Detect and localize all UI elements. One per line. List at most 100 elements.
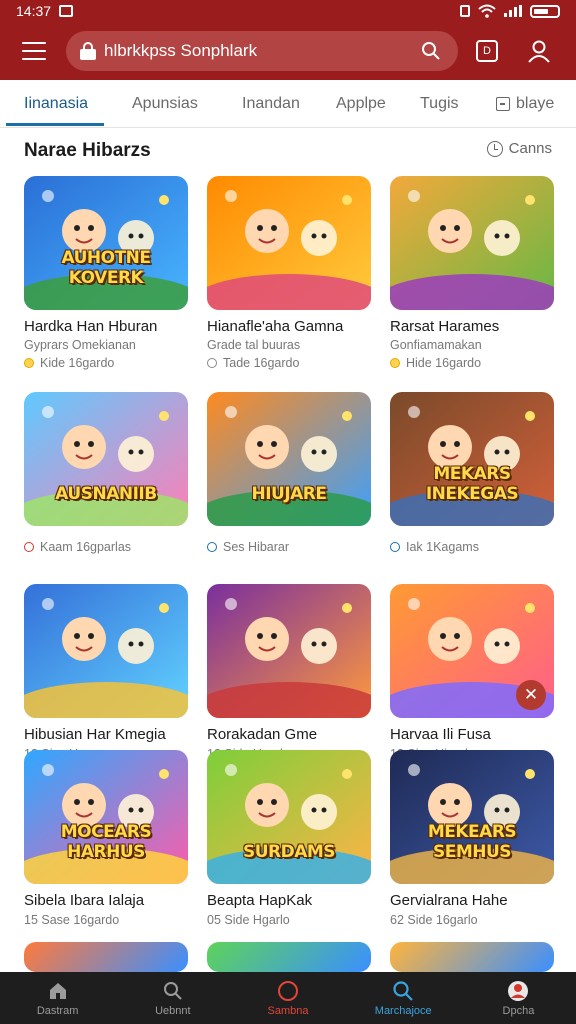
game-meta-text: Kide 16gardo	[40, 356, 115, 370]
game-meta: 15 Sase 16gardo	[24, 913, 188, 927]
tab-label: Apunsias	[132, 95, 198, 112]
game-thumbnail[interactable]	[390, 176, 554, 310]
game-card[interactable]: Rarsat Harames Gonfiamamakan Hide 16gardo	[390, 176, 554, 370]
game-title: Gervialrana Hahe	[390, 892, 508, 909]
nav-label: Dpcha	[502, 1004, 535, 1017]
game-thumbnail[interactable]	[207, 584, 371, 718]
nav-item-discover[interactable]: Marchajoce	[346, 972, 461, 1024]
game-thumbnail[interactable]: AUHOTNE KOVERK	[24, 176, 188, 310]
tab-1[interactable]: Apunsias	[132, 80, 198, 128]
menu-icon-line	[22, 42, 46, 44]
search-icon	[162, 980, 184, 1002]
tab-label: Applpe	[336, 95, 386, 112]
game-card[interactable]: ✕Harvaa Ili Fusa12 Sise Higarlo	[390, 584, 554, 761]
game-meta-text: 62 Side 16garlo	[390, 913, 478, 927]
search-icon	[392, 980, 414, 1002]
menu-icon-line	[22, 58, 46, 60]
nav-item-center[interactable]: Sambna	[230, 972, 345, 1024]
game-thumbnail[interactable]: SURDAMS	[207, 750, 371, 884]
tab-5[interactable]: blaye	[496, 80, 554, 128]
game-logo-text: HIUJARE	[251, 484, 327, 504]
badge-icon	[207, 358, 217, 368]
game-logo-text: MEKEARS SEMHUS	[427, 822, 517, 862]
tab-label: Inandan	[242, 95, 300, 112]
tab-2[interactable]: Inandan	[242, 80, 300, 128]
game-title: Hardka Han Hburan	[24, 318, 158, 335]
game-thumbnail[interactable]	[24, 584, 188, 718]
badge-icon	[207, 542, 217, 552]
status-time: 14:37	[16, 3, 52, 19]
game-meta-text: Tade 16gardo	[223, 356, 300, 370]
game-card[interactable]: HIUJARE Ses Hibarar	[207, 392, 371, 554]
game-thumbnail[interactable]: HIUJARE	[207, 392, 371, 526]
nav-item-search[interactable]: Uebnnt	[115, 972, 230, 1024]
game-card[interactable]: Rorakadan Gme13 Side Hgarlo	[207, 584, 371, 761]
game-title: Rorakadan Gme	[207, 726, 318, 743]
nav-label: Uebnnt	[155, 1004, 191, 1017]
nav-label: Sambna	[267, 1004, 309, 1017]
wifi-icon	[478, 4, 496, 18]
tab-label: Iinanasia	[24, 95, 89, 112]
game-meta: Kaam 16gparlas	[24, 540, 188, 554]
badge-icon	[390, 542, 400, 552]
game-thumbnail[interactable]	[24, 942, 188, 972]
game-meta-text: Ses Hibarar	[223, 540, 289, 554]
profile-icon[interactable]	[526, 38, 552, 64]
game-meta: Kide 16gardo	[24, 356, 188, 370]
game-thumbnail[interactable]: AUSNANIIB	[24, 392, 188, 526]
window-icon	[496, 97, 510, 111]
close-icon[interactable]: ✕	[516, 680, 546, 710]
search-input[interactable]: hlbrkkpss Sonphlark	[104, 41, 418, 61]
bottom-navigation: Dastram Uebnnt Sambna Marchajoce Dpcha	[0, 972, 576, 1024]
signal-icon	[504, 5, 522, 17]
tab-label: Tugis	[420, 95, 459, 112]
tabs-button[interactable]: D	[476, 40, 498, 62]
menu-button[interactable]	[14, 31, 54, 71]
badge-icon	[24, 542, 34, 552]
game-card[interactable]: SURDAMS Beapta HapKak 05 Side Hgarlo	[207, 750, 371, 927]
game-subtitle: Gyprars Omekianan	[24, 338, 136, 352]
vibrate-icon	[460, 5, 470, 17]
game-meta-text: Iak 1Kagams	[406, 540, 479, 554]
badge-icon	[390, 358, 400, 368]
game-card[interactable]: MEKARS INEKEGAS Iak 1Kagams	[390, 392, 554, 554]
game-card[interactable]: AUSNANIIB Kaam 16gparlas	[24, 392, 188, 554]
game-card[interactable]: AUHOTNE KOVERK Hardka Han Hburan Gyprars O…	[24, 176, 188, 370]
game-meta: Ses Hibarar	[207, 540, 371, 554]
tab-4[interactable]: Tugis	[420, 80, 459, 128]
tab-0[interactable]: Iinanasia	[24, 80, 88, 128]
game-logo-text: MEKARS INEKEGAS	[425, 464, 519, 504]
game-card[interactable]: MOCEARS HARHUS Sibela Ibara Ialaja 15 Sase…	[24, 750, 188, 927]
game-meta: 62 Side 16garlo	[390, 913, 554, 927]
game-meta: Iak 1Kagams	[390, 540, 554, 554]
badge-icon	[24, 358, 34, 368]
notification-icon	[59, 5, 74, 17]
app-bar: hlbrkkpss Sonphlark D	[0, 22, 576, 80]
game-thumbnail[interactable]: ✕	[390, 584, 554, 718]
game-meta: Hide 16gardo	[390, 356, 554, 370]
game-card[interactable]: MEKEARS SEMHUS Gervialrana Hahe 62 Side 16…	[390, 750, 554, 927]
game-title: Beapta HapKak	[207, 892, 313, 909]
game-card[interactable]: Hibusian Har Kmegia12 Sise Hoarro	[24, 584, 188, 761]
tab-3[interactable]: Applpe	[336, 80, 386, 128]
game-thumbnail[interactable]: MEKARS INEKEGAS	[390, 392, 554, 526]
nav-item-home[interactable]: Dastram	[0, 972, 115, 1024]
menu-icon-line	[22, 50, 46, 52]
section-action-button[interactable]: Canns	[486, 140, 552, 157]
game-logo-text: SURDAMS	[242, 842, 336, 862]
game-thumbnail[interactable]: MOCEARS HARHUS	[24, 750, 188, 884]
game-card[interactable]: Hianafle'aha Gamna Grade tal buuras Tade 1…	[207, 176, 371, 370]
address-search-bar[interactable]: hlbrkkpss Sonphlark	[66, 31, 458, 71]
game-thumbnail[interactable]	[390, 942, 554, 972]
game-thumbnail[interactable]	[207, 942, 371, 972]
game-thumbnail[interactable]: MEKEARS SEMHUS	[390, 750, 554, 884]
clock-icon	[486, 140, 503, 157]
game-logo-text: MOCEARS HARHUS	[60, 822, 152, 862]
tab-label: blaye	[516, 95, 555, 112]
search-icon[interactable]	[418, 38, 444, 64]
nav-item-profile[interactable]: Dpcha	[461, 972, 576, 1024]
game-subtitle: Gonfiamamakan	[390, 338, 482, 352]
game-title: Harvaa Ili Fusa	[390, 726, 491, 743]
game-meta: 05 Side Hgarlo	[207, 913, 371, 927]
game-thumbnail[interactable]	[207, 176, 371, 310]
